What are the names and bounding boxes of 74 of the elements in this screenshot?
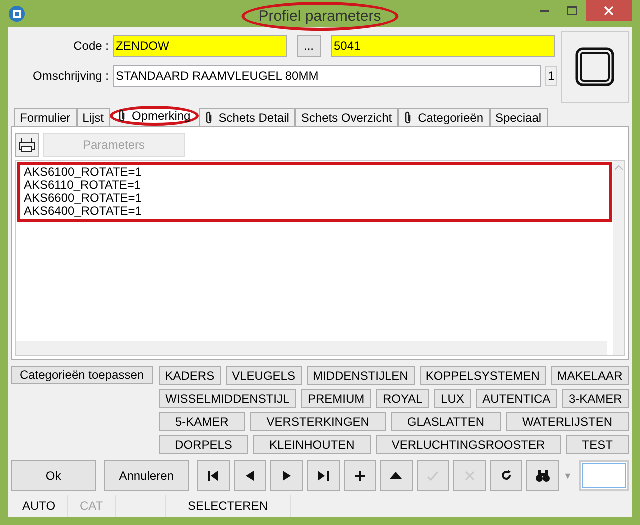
navigation-button[interactable] [270,460,303,491]
remark-line: AKS6400_ROTATE=1 [24,205,143,218]
dialog-button[interactable]: Ok [11,460,96,491]
code-label: Code : [72,39,109,53]
vertical-scrollbar[interactable] [613,161,624,355]
description-label: Omschrijving : [32,69,109,83]
up-triangle-icon [390,472,402,479]
minimize-icon [540,10,548,12]
tab[interactable]: Speciaal [490,108,548,126]
previous-icon [246,470,254,480]
category-button[interactable]: ROYAL [376,389,430,408]
category-button[interactable]: 5-KAMER [159,412,246,431]
navigation-button[interactable] [197,460,230,491]
category-button[interactable]: LUX [434,389,472,408]
remark-line: AKS6600_ROTATE=1 [24,192,143,205]
category-button[interactable]: 3-KAMER [562,389,629,408]
category-button[interactable]: PREMIUM [301,389,372,408]
scroll-up-icon [614,165,622,170]
code-field[interactable]: ZENDOW [113,35,287,57]
category-button[interactable]: KADERS [159,366,221,385]
refresh-icon [500,470,512,481]
category-button[interactable]: MIDDENSTIJLEN [306,366,415,385]
navigation-button[interactable] [306,460,340,491]
plus-icon [354,470,365,480]
category-button[interactable]: WISSELMIDDENSTIJL [159,389,296,408]
category-button[interactable]: VLEUGELS [226,366,302,385]
category-button[interactable]: VERLUCHTINGSROOSTER [376,435,562,454]
remarks-text-area[interactable]: AKS6100_ROTATE=1 AKS6110_ROTATE=1 AKS6600_ROTATE=1 AKS6400_ROTATE=1 [17,162,612,222]
category-button[interactable]: GLASLATTEN [390,412,502,431]
search-field[interactable] [578,460,629,491]
category-button[interactable]: VERSTERKINGEN [250,412,386,431]
status-cell: AUTO [11,495,68,517]
tab[interactable]: Schets Detail [198,108,296,126]
tab[interactable]: Lijst [76,108,110,126]
navigation-button[interactable] [344,460,376,491]
status-cell: CAT [68,495,116,517]
navigation-button[interactable] [490,460,522,491]
square-profile-icon [575,47,615,87]
navigation-button[interactable] [380,460,413,491]
remark-line: AKS6110_ROTATE=1 [24,179,142,192]
dialog-button[interactable]: Annuleren [104,460,190,491]
status-cell: SELECTEREN [166,495,291,517]
printer-icon [19,138,35,152]
maximize-icon [567,6,577,15]
binoculars-icon [536,470,550,482]
description-field[interactable]: STANDAARD RAAMVLEUGEL 80MM [113,65,541,87]
category-button[interactable]: TEST [566,435,629,454]
tab[interactable]: Formulier [14,108,77,126]
browse-button[interactable]: ... [297,35,321,57]
print-button[interactable] [15,133,39,157]
next-icon [282,470,291,480]
app-icon [9,6,25,22]
category-button[interactable]: WATERLIJSTEN [506,412,629,431]
tab[interactable]: Schets Overzicht [295,108,398,126]
category-button[interactable]: MAKELAAR [551,366,629,385]
checkmark-icon [426,470,439,480]
cross-icon [464,470,475,480]
tab[interactable]: Categorieën [398,108,490,126]
horizontal-scrollbar[interactable] [16,341,607,355]
remark-line: AKS6100_ROTATE=1 [24,166,143,179]
close-button[interactable] [586,0,632,21]
category-button[interactable]: KOPPELSYSTEMEN [420,366,546,385]
first-record-icon [208,470,219,480]
close-icon [604,6,614,16]
tab[interactable]: Opmerking [110,106,199,126]
number-field[interactable]: 5041 [331,35,555,57]
category-button[interactable]: KLEINHOUTEN [253,435,371,454]
category-button[interactable]: AUTENTICA [476,389,558,408]
apply-categories-button[interactable]: Categorieën toepassen [11,366,153,384]
navigation-button[interactable] [526,460,560,491]
navigation-button[interactable] [234,460,266,491]
last-record-icon [318,470,329,480]
category-button[interactable]: DORPELS [159,435,248,454]
counter-text: 1 [545,66,557,86]
